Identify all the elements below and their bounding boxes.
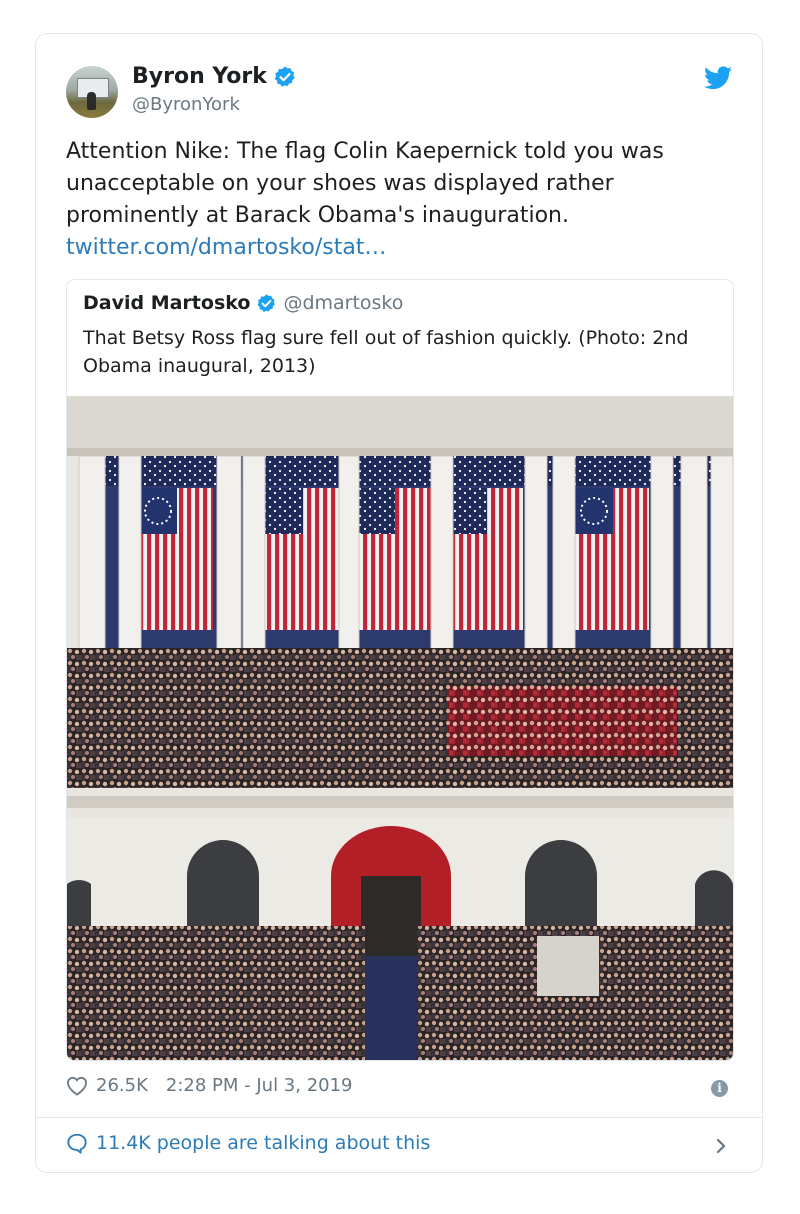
inauguration-photo[interactable] [67, 396, 733, 1060]
avatar-person [87, 92, 96, 110]
author-name[interactable]: Byron York [132, 64, 267, 89]
divider [36, 1117, 762, 1118]
heart-icon[interactable] [66, 1076, 88, 1096]
quote-header: David Martosko @dmartosko [83, 292, 403, 314]
verified-badge-icon [257, 293, 276, 312]
conversation-text: 11.4K people are talking about this [96, 1132, 431, 1154]
author-name-row: Byron York [132, 64, 297, 89]
quote-text: That Betsy Ross flag sure fell out of fa… [83, 327, 689, 377]
quoted-tweet[interactable]: David Martosko @dmartosko That Betsy Ros… [66, 279, 734, 1061]
tweet-card: Byron York @ByronYork Attention Nike: Th… [35, 33, 763, 1173]
verified-badge-icon [274, 66, 295, 87]
chat-bubble-icon [67, 1133, 87, 1154]
author-handle[interactable]: @ByronYork [132, 94, 240, 115]
twitter-bird-icon[interactable] [704, 66, 732, 90]
like-count[interactable]: 26.5K [96, 1075, 148, 1096]
quote-author-name: David Martosko [83, 292, 251, 314]
author-avatar[interactable] [66, 66, 118, 118]
quote-author-handle: @dmartosko [283, 292, 404, 314]
tweet-meta: 26.5K 2:28 PM - Jul 3, 2019 [66, 1075, 353, 1096]
tweet-body: Attention Nike: The flag Colin Kaepernic… [66, 139, 664, 228]
chevron-right-icon[interactable] [714, 1135, 728, 1157]
tweet-text: Attention Nike: The flag Colin Kaepernic… [66, 136, 736, 264]
tweet-link[interactable]: twitter.com/dmartosko/stat… [66, 232, 736, 264]
conversation-link[interactable]: 11.4K people are talking about this [66, 1132, 430, 1154]
info-icon[interactable]: i [711, 1080, 728, 1097]
tweet-timestamp[interactable]: 2:28 PM - Jul 3, 2019 [166, 1075, 353, 1096]
